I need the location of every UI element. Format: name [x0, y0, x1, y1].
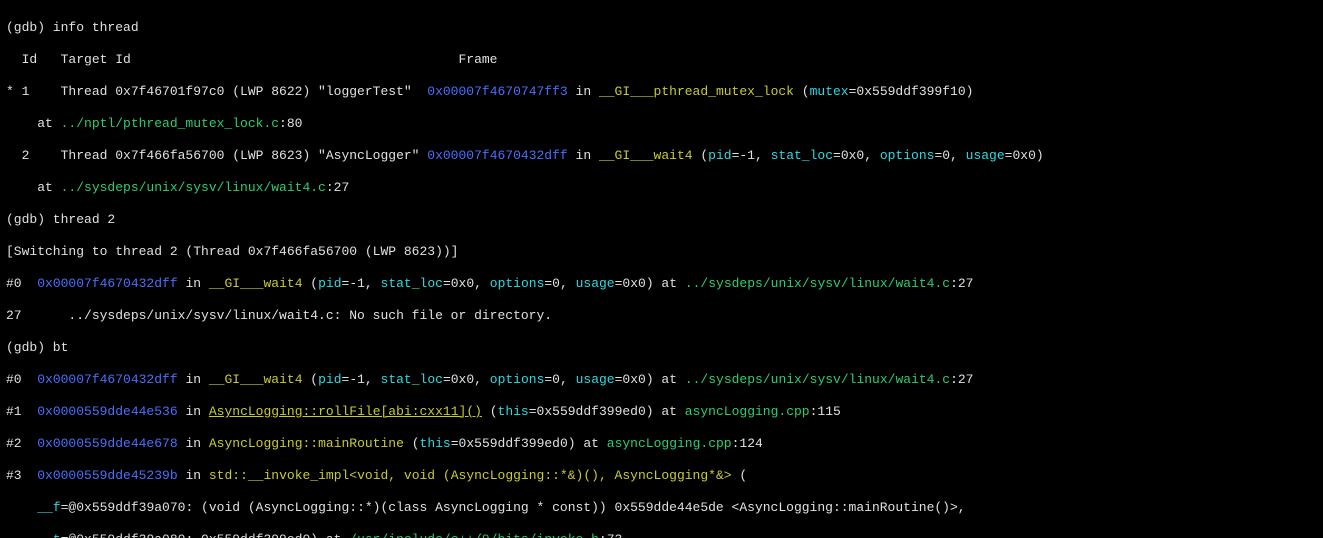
line: #3 0x0000559dde45239b in std::__invoke_i…	[6, 468, 1317, 484]
line: at ../nptl/pthread_mutex_lock.c:80	[6, 116, 1317, 132]
line: 27 ../sysdeps/unix/sysv/linux/wait4.c: N…	[6, 308, 1317, 324]
line: 2 Thread 0x7f466fa56700 (LWP 8623) "Asyn…	[6, 148, 1317, 164]
line: (gdb) bt	[6, 340, 1317, 356]
line: [Switching to thread 2 (Thread 0x7f466fa…	[6, 244, 1317, 260]
line: Id Target Id Frame	[6, 52, 1317, 68]
terminal[interactable]: (gdb) info thread Id Target Id Frame * 1…	[0, 0, 1323, 538]
line: (gdb) thread 2	[6, 212, 1317, 228]
line: __f=@0x559ddf39a070: (void (AsyncLogging…	[6, 500, 1317, 516]
line: #0 0x00007f4670432dff in __GI___wait4 (p…	[6, 372, 1317, 388]
line: #1 0x0000559dde44e536 in AsyncLogging::r…	[6, 404, 1317, 420]
line: #2 0x0000559dde44e678 in AsyncLogging::m…	[6, 436, 1317, 452]
line: * 1 Thread 0x7f46701f97c0 (LWP 8622) "lo…	[6, 84, 1317, 100]
line: at ../sysdeps/unix/sysv/linux/wait4.c:27	[6, 180, 1317, 196]
line: __t=@0x559ddf39a080: 0x559ddf399ed0) at …	[6, 532, 1317, 538]
line: (gdb) info thread	[6, 20, 1317, 36]
line: #0 0x00007f4670432dff in __GI___wait4 (p…	[6, 276, 1317, 292]
